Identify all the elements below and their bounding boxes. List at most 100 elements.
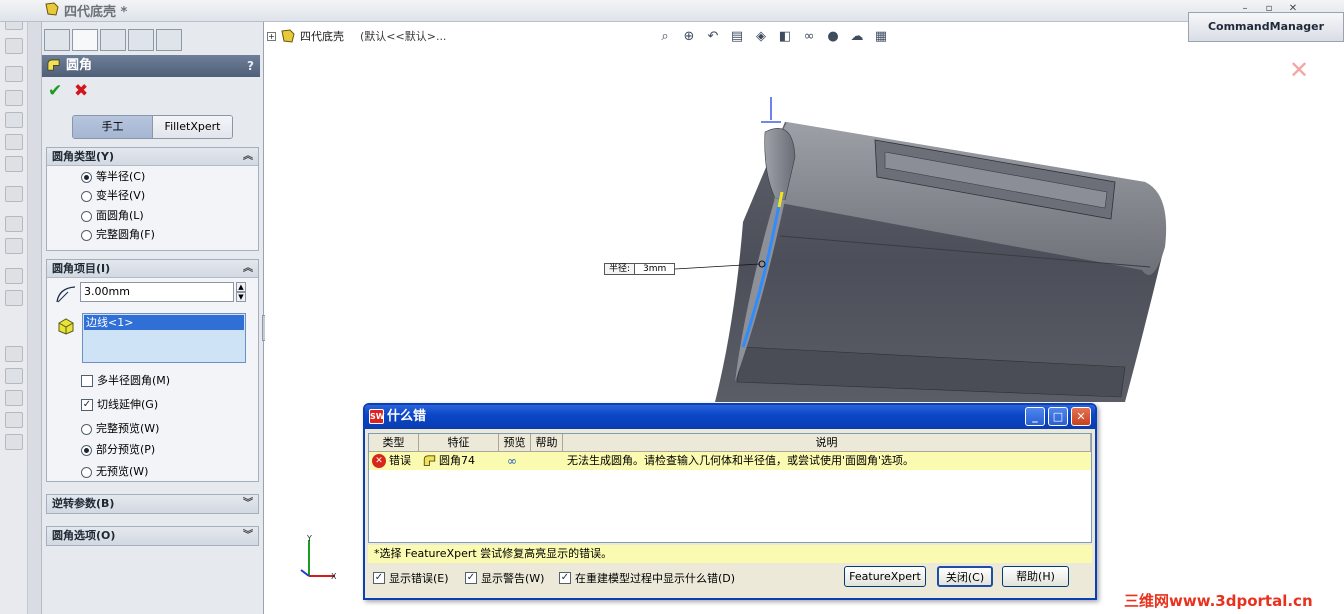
- radio-face-fillet[interactable]: 面圆角(L): [81, 209, 144, 223]
- list-item[interactable]: 边线<1>: [84, 315, 244, 330]
- tab-manual[interactable]: 手工: [73, 116, 153, 138]
- part-icon: [45, 2, 59, 16]
- fillet-options-group[interactable]: 圆角选项(O) ︾: [46, 526, 259, 546]
- radius-icon: [56, 286, 76, 303]
- cancel-button[interactable]: ✖: [74, 82, 88, 100]
- checkbox-label: 在重建模型过程中显示什么错(D): [575, 572, 736, 585]
- radio-variable-radius[interactable]: 变半径(V): [81, 189, 145, 203]
- column-header[interactable]: 类型: [369, 434, 419, 452]
- toolbar-tool-icon[interactable]: [5, 390, 23, 406]
- fillet-type-group: 圆角类型(Y) ︽ 等半径(C) 变半径(V) 面圆角(L) 完整圆角(F): [46, 147, 259, 251]
- checkbox-box[interactable]: [81, 375, 93, 387]
- preview-glasses-icon[interactable]: ∞: [507, 452, 517, 470]
- radio-dot[interactable]: [81, 171, 92, 183]
- cancel-confirm-corner-icon[interactable]: ✕: [1289, 56, 1309, 84]
- toolbar-tool-icon[interactable]: [5, 238, 23, 254]
- tab-configuration-manager[interactable]: [100, 29, 126, 51]
- toolbar-tool-icon[interactable]: [5, 90, 23, 106]
- radius-spinner[interactable]: ▲ ▼: [236, 282, 246, 302]
- column-header[interactable]: 帮助: [531, 434, 563, 452]
- radio-partial-preview[interactable]: 部分预览(P): [81, 443, 155, 457]
- spin-up-icon[interactable]: ▲: [236, 282, 246, 292]
- tab-filletxpert[interactable]: FilletXpert: [153, 116, 232, 138]
- fillet-mode-tabs: 手工 FilletXpert: [72, 115, 233, 139]
- command-manager-tab[interactable]: CommandManager: [1188, 12, 1344, 42]
- toolbar-tool-icon[interactable]: [5, 186, 23, 202]
- group-header[interactable]: 圆角项目(I) ︽: [47, 260, 258, 278]
- column-header[interactable]: 预览: [499, 434, 531, 452]
- radio-no-preview[interactable]: 无预览(W): [81, 465, 148, 479]
- dialog-titlebar[interactable]: SW 什么错 _ □ ✕: [365, 405, 1095, 429]
- toolbar-tool-icon[interactable]: [5, 134, 23, 150]
- group-header[interactable]: 逆转参数(B) ︾: [47, 495, 258, 513]
- toolbar-tool-icon[interactable]: [5, 290, 23, 306]
- toolbar-tool-icon[interactable]: [5, 434, 23, 450]
- toolbar-tool-icon[interactable]: [5, 412, 23, 428]
- option-label: 无预览(W): [96, 465, 149, 478]
- table-row[interactable]: ✕ 错误 圆角74 ∞ 无法生成圆角。请检查输入几何体和半径值，或尝试使用'面圆…: [369, 452, 1091, 470]
- collapse-icon[interactable]: ︽: [243, 260, 253, 278]
- toolbar-tool-icon[interactable]: [5, 216, 23, 232]
- checkbox-show-warnings[interactable]: ✓ 显示警告(W): [465, 570, 544, 586]
- checkbox-tangent-propagation[interactable]: ✓ 切线延伸(G): [81, 398, 158, 412]
- coordinate-triad: [300, 540, 335, 577]
- radio-dot[interactable]: [81, 210, 92, 222]
- checkbox-label: 多半径圆角(M): [97, 374, 171, 387]
- checkbox-show-on-rebuild[interactable]: ✓ 在重建模型过程中显示什么错(D): [559, 570, 735, 586]
- panel-splitter[interactable]: [28, 0, 42, 614]
- tab-display-manager[interactable]: [156, 29, 182, 51]
- help-button[interactable]: 帮助(H): [1002, 566, 1069, 587]
- minimize-icon[interactable]: _: [1025, 407, 1045, 426]
- checkbox-box[interactable]: ✓: [81, 399, 93, 411]
- toolbar-tool-icon[interactable]: [5, 346, 23, 362]
- fillet-items-group: 圆角项目(I) ︽ 3.00mm ▲ ▼ 边线<1> 多半径圆角(M) ✓ 切线延…: [46, 259, 259, 482]
- toolbar-tool-icon[interactable]: [5, 156, 23, 172]
- toolbar-tool-icon[interactable]: [5, 66, 23, 82]
- ok-button[interactable]: ✔: [48, 82, 62, 100]
- close-icon[interactable]: ✕: [1071, 407, 1091, 426]
- triad-y-label: Y: [307, 534, 312, 543]
- toolbar-tool-icon[interactable]: [5, 268, 23, 284]
- row-feature: 圆角74: [439, 454, 475, 467]
- spin-down-icon[interactable]: ▼: [236, 292, 246, 302]
- radio-dot[interactable]: [81, 423, 92, 435]
- column-header[interactable]: 说明: [563, 434, 1091, 452]
- option-label: 完整预览(W): [96, 422, 160, 435]
- group-header[interactable]: 圆角选项(O) ︾: [47, 527, 258, 545]
- toolbar-tool-icon[interactable]: [5, 368, 23, 384]
- tab-property-manager[interactable]: [72, 29, 98, 51]
- featurexpert-button[interactable]: FeatureXpert: [844, 566, 926, 587]
- radio-dot[interactable]: [81, 229, 92, 241]
- close-button[interactable]: 关闭(C): [937, 566, 993, 587]
- checkbox-show-errors[interactable]: ✓ 显示错误(E): [373, 570, 449, 586]
- radio-full-round[interactable]: 完整圆角(F): [81, 228, 155, 242]
- expand-icon[interactable]: ︾: [243, 495, 253, 513]
- option-label: 等半径(C): [96, 170, 146, 183]
- checkbox-box[interactable]: ✓: [465, 572, 477, 584]
- checkbox-multi-radius[interactable]: 多半径圆角(M): [81, 374, 170, 388]
- maximize-icon[interactable]: □: [1048, 407, 1068, 426]
- column-header[interactable]: 特征: [419, 434, 499, 452]
- group-header[interactable]: 圆角类型(Y) ︽: [47, 148, 258, 166]
- checkbox-box[interactable]: ✓: [559, 572, 571, 584]
- callout-value[interactable]: 3mm: [635, 264, 675, 274]
- help-button[interactable]: ?: [247, 55, 254, 77]
- expand-icon[interactable]: ︾: [243, 527, 253, 545]
- radio-full-preview[interactable]: 完整预览(W): [81, 422, 159, 436]
- error-table: 类型 特征 预览 帮助 说明 ✕ 错误 圆角74 ∞ 无法生成圆角。请检查输入几…: [368, 433, 1092, 543]
- radius-input[interactable]: 3.00mm: [80, 282, 234, 302]
- radius-callout[interactable]: 半径: 3mm: [604, 263, 676, 275]
- reverse-parameters-group[interactable]: 逆转参数(B) ︾: [46, 494, 259, 514]
- collapse-icon[interactable]: ︽: [243, 148, 253, 166]
- radio-constant-radius[interactable]: 等半径(C): [81, 170, 145, 184]
- toolbar-tool-icon[interactable]: [5, 112, 23, 128]
- checkbox-box[interactable]: ✓: [373, 572, 385, 584]
- tab-feature-manager[interactable]: [44, 29, 70, 51]
- edge-selection-list[interactable]: 边线<1>: [82, 313, 246, 363]
- radio-dot[interactable]: [81, 190, 92, 202]
- option-label: 完整圆角(F): [96, 228, 155, 241]
- tab-dimxpert-manager[interactable]: [128, 29, 154, 51]
- radio-dot[interactable]: [81, 444, 92, 456]
- toolbar-tool-icon[interactable]: [5, 38, 23, 54]
- radio-dot[interactable]: [81, 466, 92, 478]
